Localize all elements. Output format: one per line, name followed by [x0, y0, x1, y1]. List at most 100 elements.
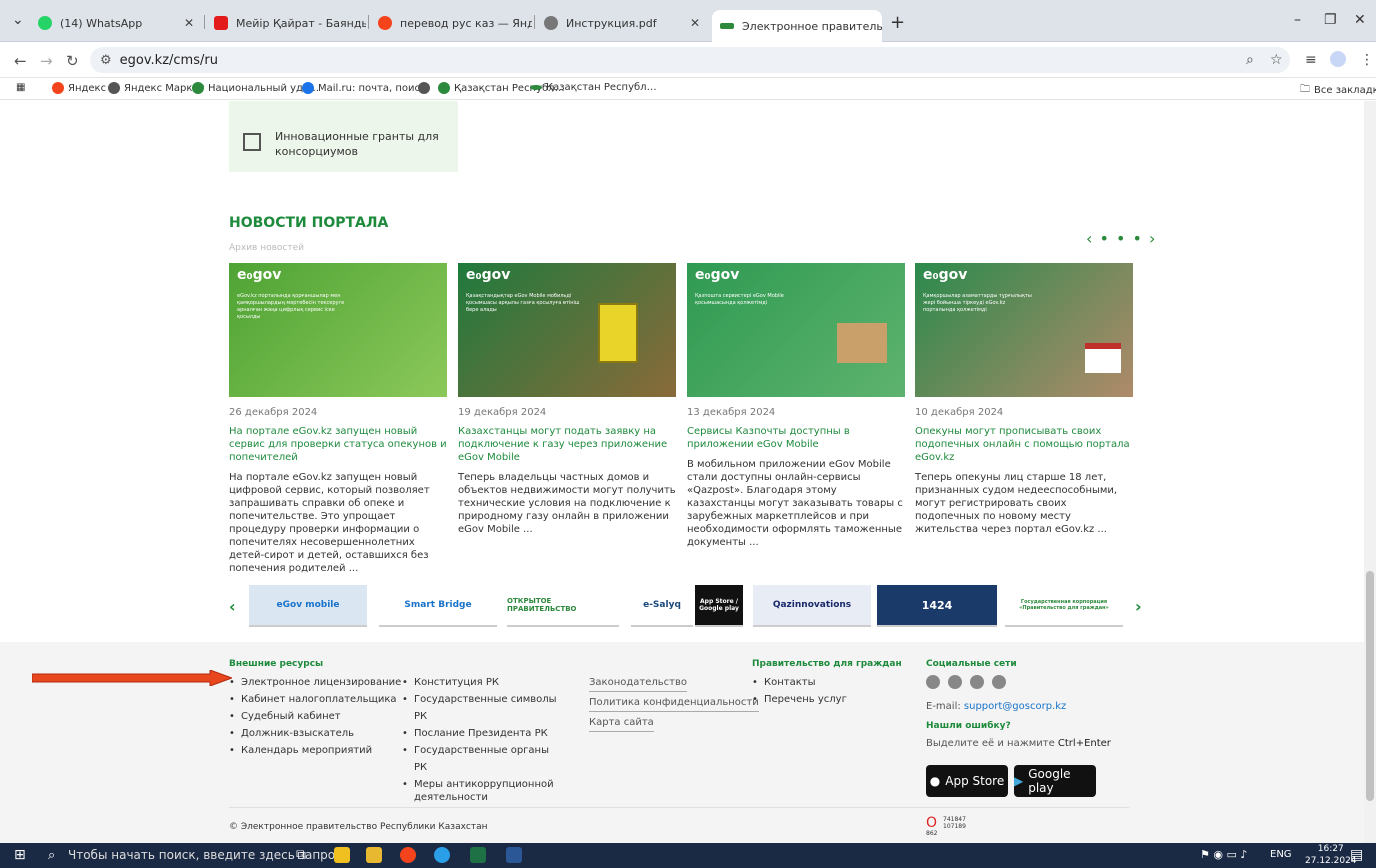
excel-icon[interactable] — [470, 847, 486, 863]
partner-e-salyq[interactable]: e-Salyq — [631, 585, 693, 627]
googleplay-button[interactable]: ▶ Google play — [1014, 765, 1096, 797]
yandex-taskbar-icon[interactable] — [400, 847, 416, 863]
footer-link[interactable]: Государственные органы РК — [402, 742, 562, 776]
close-tab-icon[interactable]: ✕ — [690, 16, 700, 30]
chevron-right-icon[interactable]: › — [1135, 597, 1142, 616]
close-window-icon[interactable]: ✕ — [1354, 12, 1366, 28]
tab-whatsapp[interactable]: (14) WhatsApp ✕ — [30, 10, 202, 36]
bookmark-star-icon[interactable]: ☆ — [1270, 52, 1283, 68]
partner-app-stores[interactable]: App Store / Google play — [695, 585, 743, 627]
footer-gov-heading: Правительство для граждан — [752, 659, 902, 669]
browser-taskbar-icon[interactable] — [334, 847, 350, 863]
all-bookmarks[interactable]: 🗀Все закладки — [1300, 82, 1376, 99]
news-title[interactable]: Опекуны могут прописывать своих подопечн… — [915, 425, 1133, 464]
language-indicator[interactable]: ENG — [1270, 849, 1292, 860]
footer-link[interactable]: Государственные символы РК — [402, 691, 562, 725]
bookmark-globe[interactable] — [418, 82, 434, 94]
news-image[interactable]: e₀gov Қамқоршылар азаматтарды тұрғылықты… — [915, 263, 1133, 397]
page-scrollbar[interactable] — [1364, 101, 1376, 843]
footer-link[interactable]: Политика конфиденциальности — [589, 694, 759, 712]
task-view-icon[interactable]: ⧉ — [296, 847, 306, 863]
footer-external-list-1: Электронное лицензирование Кабинет налог… — [229, 674, 401, 759]
footer-link[interactable]: Законодательство — [589, 674, 687, 692]
menu-icon[interactable]: ⋮ — [1360, 52, 1374, 68]
partner-anticorruption[interactable]: 1424 — [877, 585, 997, 627]
forward-icon[interactable]: → — [40, 52, 53, 70]
grant-tile[interactable]: Инновационные гранты для консорциумов — [229, 101, 458, 172]
bookmark-egov-2[interactable]: Қазақстан Республ… — [530, 82, 657, 93]
youtube-icon[interactable] — [970, 675, 984, 689]
appstore-button[interactable]: ● App Store — [926, 765, 1008, 797]
news-date: 10 декабря 2024 — [915, 407, 1004, 418]
footer-social-heading: Социальные сети — [926, 659, 1017, 669]
bookmark-national[interactable]: Национальный удо… — [192, 82, 319, 94]
news-date: 26 декабря 2024 — [229, 407, 318, 418]
word-icon[interactable] — [506, 847, 522, 863]
reading-list-icon[interactable]: ≡ — [1305, 52, 1317, 68]
partner-open-government[interactable]: ОТКРЫТОЕ ПРАВИТЕЛЬСТВО — [507, 585, 619, 627]
bookmark-mailru[interactable]: Mail.ru: почта, поис… — [302, 82, 430, 94]
apps-icon[interactable]: ▦ — [16, 82, 25, 93]
restore-icon[interactable]: ❐ — [1324, 12, 1337, 28]
footer-email: E-mail: support@goscorp.kz — [926, 701, 1067, 712]
email-link[interactable]: support@goscorp.kz — [964, 701, 1066, 712]
notifications-icon[interactable]: ▤ — [1350, 847, 1363, 863]
globe-icon — [544, 16, 558, 30]
windows-start-icon[interactable]: ⊞ — [14, 847, 26, 863]
news-title[interactable]: На портале eGov.kz запущен новый сервис … — [229, 425, 447, 464]
news-image[interactable]: e₀gov eGov.kz порталында қорғаншылар мен… — [229, 263, 447, 397]
new-tab-icon[interactable]: + — [890, 12, 905, 33]
back-icon[interactable]: ← — [14, 52, 27, 70]
footer-link[interactable]: Судебный кабинет — [229, 708, 401, 725]
footer-link[interactable]: Послание Президента РК — [402, 725, 562, 742]
partner-egov-mobile[interactable]: eGov mobile — [249, 585, 367, 627]
news-card[interactable]: e₀gov Қазпошта сервистері eGov Mobile қо… — [687, 263, 905, 549]
reload-icon[interactable]: ↻ — [66, 52, 79, 70]
news-image[interactable]: e₀gov Қазпошта сервистері eGov Mobile қо… — [687, 263, 905, 397]
tab-search-icon[interactable]: ⌄ — [12, 12, 24, 28]
tray-icons[interactable]: ⚑ ◉ ▭ ♪ — [1200, 848, 1247, 861]
tab-egov[interactable]: Электронное правительство Р… ✕ — [712, 10, 882, 42]
footer-link[interactable]: Должник-взыскатель — [229, 725, 401, 742]
close-tab-icon[interactable]: ✕ — [184, 16, 194, 30]
instagram-icon[interactable] — [992, 675, 1006, 689]
tab-pdf[interactable]: Инструкция.pdf ✕ — [536, 10, 708, 36]
footer-link[interactable]: Контакты — [752, 674, 847, 691]
chevron-left-icon[interactable]: ‹ — [229, 597, 236, 616]
news-carousel-nav[interactable]: ‹ • • • › — [1086, 229, 1156, 248]
news-card[interactable]: e₀gov eGov.kz порталында қорғаншылар мен… — [229, 263, 447, 575]
tab-yandex-translate[interactable]: перевод рус каз — Яндекс: на… ✕ — [370, 10, 532, 36]
profile-icon[interactable] — [1330, 51, 1346, 67]
news-card[interactable]: e₀gov Қазақстандықтар eGov Mobile мобиль… — [458, 263, 676, 536]
url-bar[interactable]: ⚙ egov.kz/cms/ru — [90, 47, 1290, 73]
news-title[interactable]: Казахстанцы могут подать заявку на подкл… — [458, 425, 676, 464]
bookmark-yandex-market[interactable]: Яндекс Маркет — [108, 82, 204, 94]
vk-icon[interactable] — [948, 675, 962, 689]
footer-link[interactable]: Перечень услуг — [752, 691, 847, 708]
bookmark-yandex[interactable]: Яндекс — [52, 82, 106, 94]
zoom-icon[interactable]: ⌕ — [1246, 52, 1254, 68]
footer-link[interactable]: Конституция РК — [402, 674, 562, 691]
partner-smart-bridge[interactable]: Smart Bridge — [379, 585, 497, 627]
site-info-icon[interactable]: ⚙ — [100, 53, 112, 68]
file-explorer-icon[interactable] — [366, 847, 382, 863]
clock[interactable]: 16:27 27.12.2024 — [1305, 843, 1357, 867]
tab-youtube[interactable]: Мейір Қайрат - Баянды м… ✕ — [206, 10, 366, 36]
chrome-taskbar-icon[interactable] — [434, 847, 450, 863]
globe-icon — [108, 82, 120, 94]
footer-link[interactable]: Кабинет налогоплательщика — [229, 691, 401, 708]
minimize-icon[interactable]: – — [1294, 12, 1301, 28]
news-image[interactable]: e₀gov Қазақстандықтар eGov Mobile мобиль… — [458, 263, 676, 397]
news-archive-link[interactable]: Архив новостей — [229, 243, 304, 253]
scrollbar-thumb[interactable] — [1366, 571, 1374, 801]
footer-link[interactable]: Меры антикоррупционной деятельности — [402, 776, 562, 804]
news-title[interactable]: Сервисы Казпочты доступны в приложении e… — [687, 425, 905, 451]
footer-link[interactable]: Электронное лицензирование — [229, 674, 401, 691]
footer-link[interactable]: Календарь мероприятий — [229, 742, 401, 759]
footer-error-text: Выделите её и нажмите Ctrl+Enter — [926, 738, 1111, 749]
news-card[interactable]: e₀gov Қамқоршылар азаматтарды тұрғылықты… — [915, 263, 1133, 536]
footer-link[interactable]: Карта сайта — [589, 714, 654, 732]
partner-goscorp[interactable]: Государственная корпорация «Правительств… — [1005, 585, 1123, 627]
facebook-icon[interactable] — [926, 675, 940, 689]
partner-qazinnovations[interactable]: Qazinnovations — [753, 585, 871, 627]
